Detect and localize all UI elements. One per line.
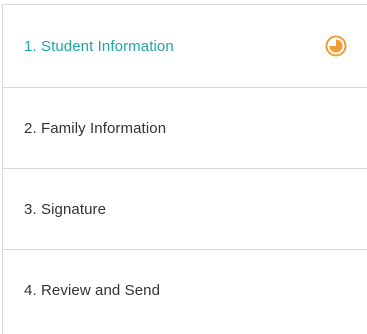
- step-student-information[interactable]: 1. Student Information: [3, 5, 367, 88]
- step-label: 3. Signature: [24, 200, 107, 218]
- step-label: 1. Student Information: [24, 37, 174, 55]
- step-signature[interactable]: 3. Signature: [3, 169, 367, 250]
- step-family-information[interactable]: 2. Family Information: [3, 88, 367, 169]
- in-progress-icon: [325, 35, 347, 57]
- step-review-and-send[interactable]: 4. Review and Send: [3, 250, 367, 331]
- step-label: 4. Review and Send: [24, 282, 161, 299]
- form-steps-nav: 1. Student Information 2. Family Informa…: [2, 4, 367, 334]
- step-label: 2. Family Information: [24, 119, 167, 137]
